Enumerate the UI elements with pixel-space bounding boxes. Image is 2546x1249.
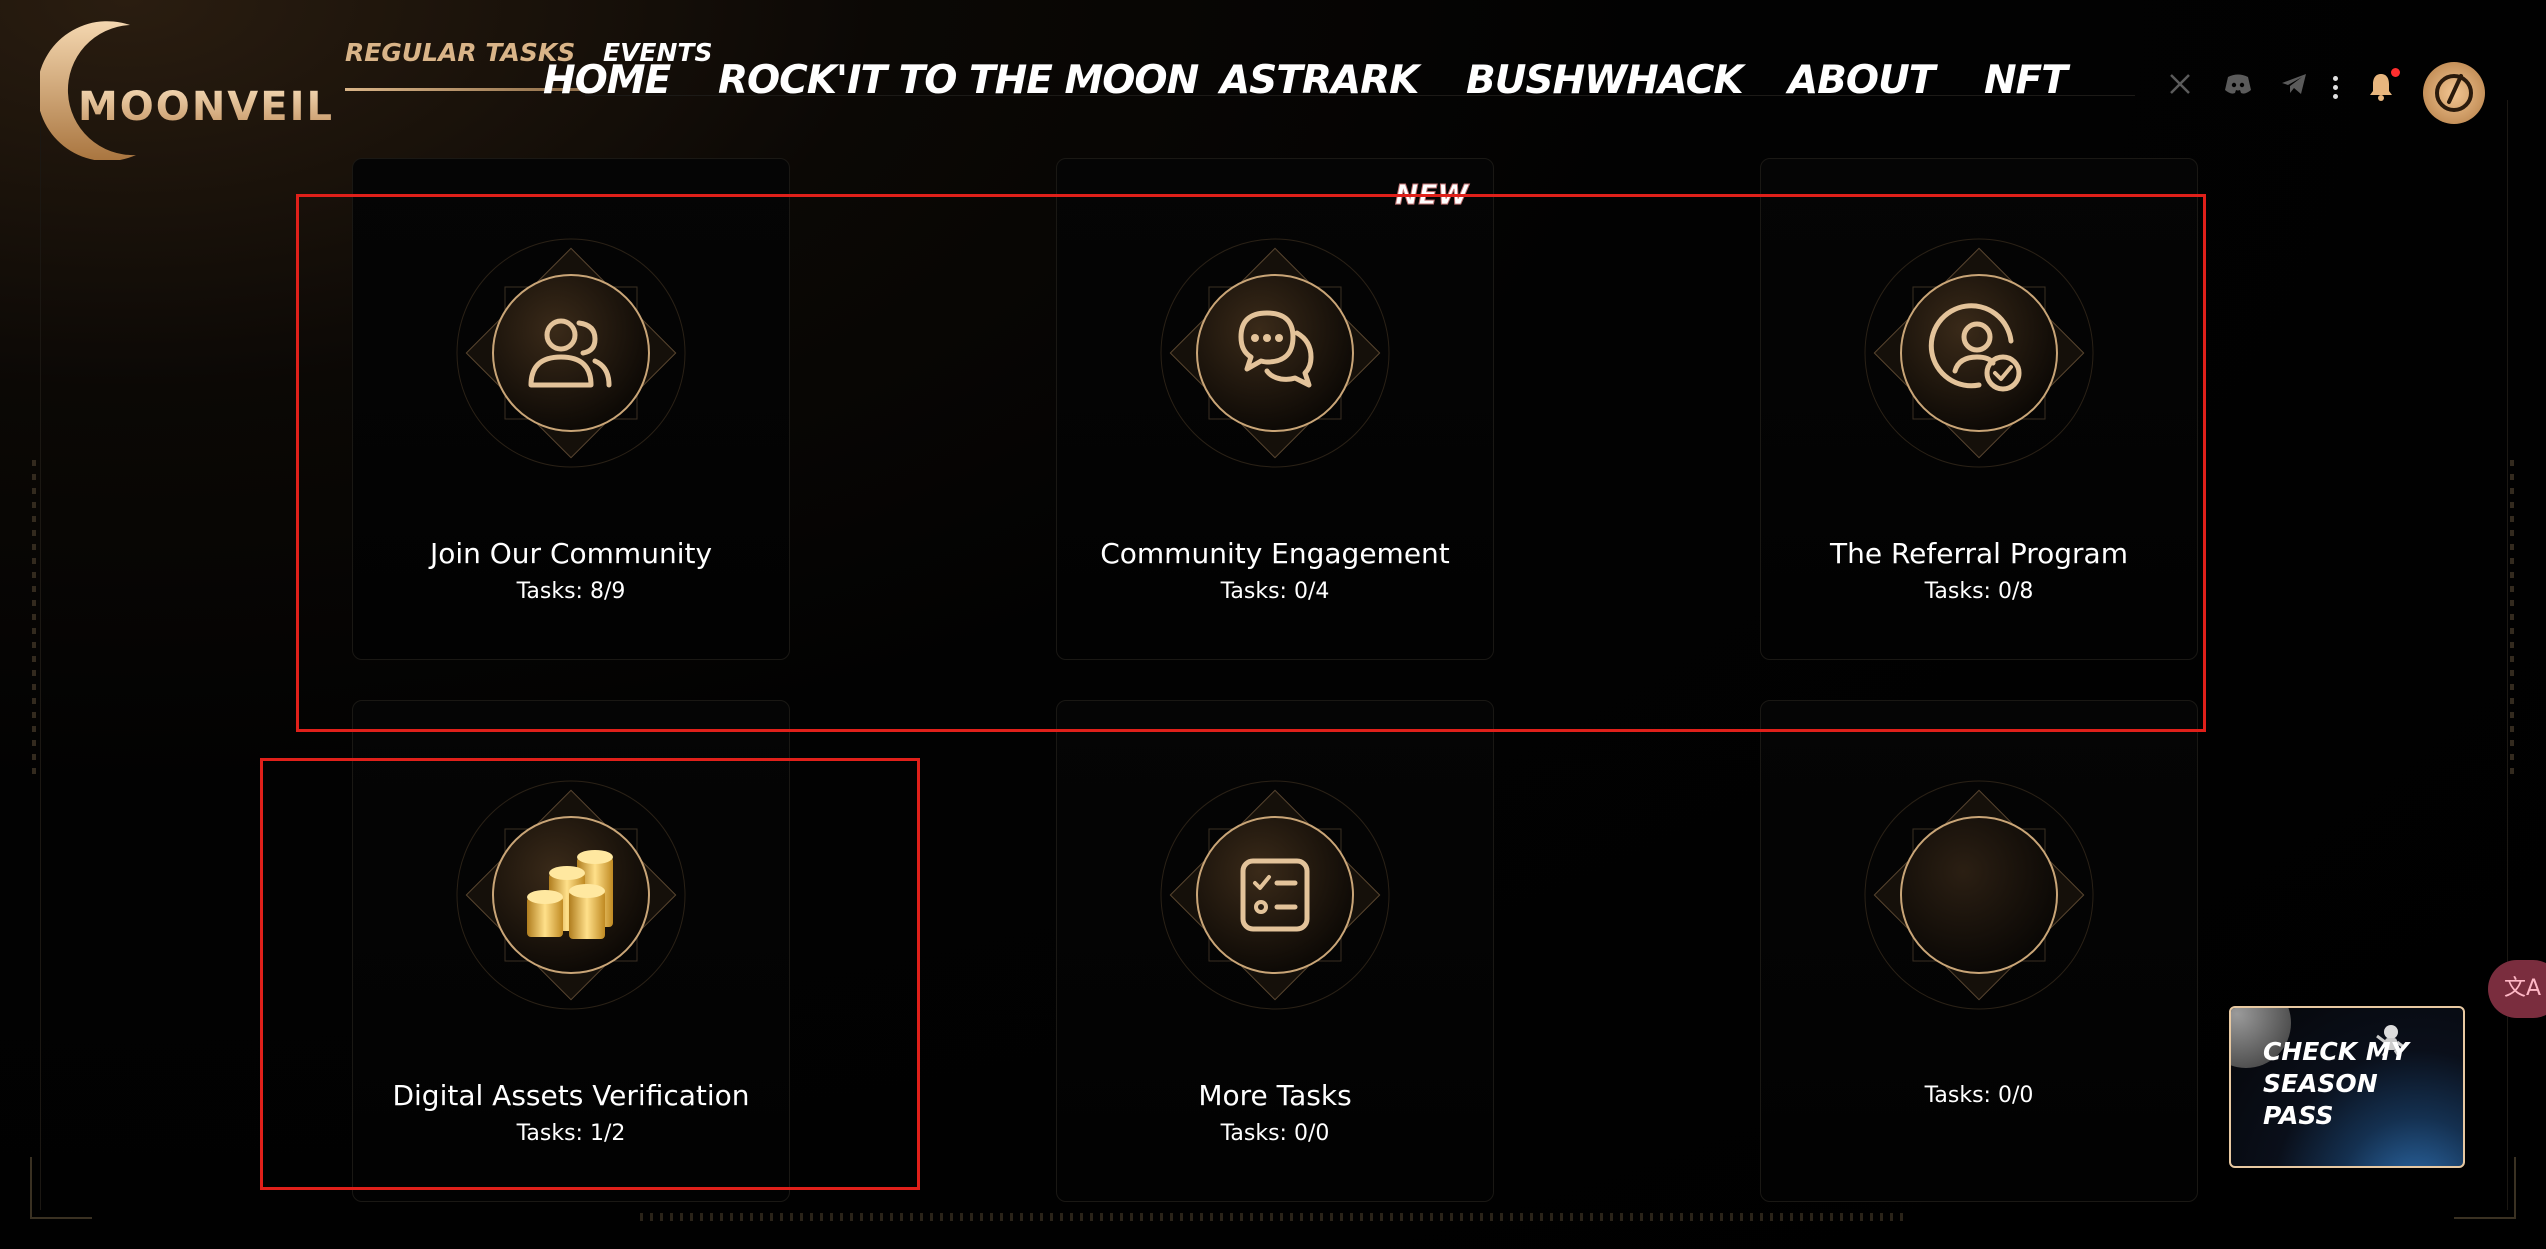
nav-about[interactable]: ABOUT [1788, 58, 1935, 103]
gold-coins-icon [456, 780, 686, 1010]
blank-emblem-icon [1864, 780, 2094, 1010]
frame-side-right [2510, 460, 2514, 780]
new-badge: NEW [1394, 178, 1469, 212]
logo-text: MOONVEIL [78, 84, 334, 130]
card-title: More Tasks [1198, 1079, 1352, 1112]
translate-icon: 文A [2504, 976, 2542, 1001]
more-options-icon[interactable] [2333, 76, 2339, 103]
community-icon [456, 238, 686, 468]
season-pass-button[interactable]: CHECK MY SEASON PASS [2229, 1006, 2465, 1168]
card-task-count: Tasks: 0/4 [1220, 579, 1330, 604]
discord-icon[interactable] [2223, 72, 2253, 96]
chat-bubbles-icon [1160, 238, 1390, 468]
tab-regular-tasks[interactable]: REGULAR TASKS [345, 38, 575, 67]
app-page: MOONVEIL REGULAR TASKS EVENTS HOME ROCK'… [0, 0, 2546, 1249]
card-title: Join Our Community [429, 537, 713, 570]
card-task-count: Tasks: 0/8 [1924, 579, 2034, 604]
frame-corner-bottom-right [2454, 1157, 2516, 1219]
user-check-icon [1864, 238, 2094, 468]
telegram-icon[interactable] [2280, 72, 2308, 96]
card-title: Community Engagement [1100, 537, 1450, 570]
task-card-more-tasks[interactable]: More Tasks Tasks: 0/0 [1056, 700, 1494, 1202]
nav-home[interactable]: HOME [543, 58, 671, 103]
task-card-community-engagement[interactable]: Community Engagement Tasks: 0/4 [1056, 158, 1494, 660]
frame-side-left [32, 460, 36, 780]
task-card-digital-assets-verification[interactable]: Digital Assets Verification Tasks: 1/2 [352, 700, 790, 1202]
task-card-unnamed[interactable]: Tasks: 0/0 [1760, 700, 2198, 1202]
card-task-count: Tasks: 8/9 [516, 579, 626, 604]
power-icon [2435, 74, 2473, 112]
translate-button[interactable]: 文A [2488, 960, 2546, 1018]
nav-rockit-to-the-moon[interactable]: ROCK'IT TO THE MOON [718, 58, 1199, 103]
nav-astrark[interactable]: ASTRARK [1220, 58, 1419, 103]
card-task-count: Tasks: 0/0 [1220, 1121, 1330, 1146]
card-task-count: Tasks: 1/2 [516, 1121, 626, 1146]
nav-nft[interactable]: NFT [1984, 58, 2068, 103]
task-card-referral-program[interactable]: The Referral Program Tasks: 0/8 [1760, 158, 2198, 660]
task-card-join-our-community[interactable]: Join Our Community Tasks: 8/9 [352, 158, 790, 660]
card-title: The Referral Program [1830, 537, 2128, 570]
checklist-icon [1160, 780, 1390, 1010]
moonveil-logo[interactable]: MOONVEIL [37, 20, 332, 162]
frame-corner-bottom-left [30, 1157, 92, 1219]
nav-bushwhack[interactable]: BUSHWHACK [1466, 58, 1744, 103]
notification-dot [2391, 68, 2400, 77]
card-title: Digital Assets Verification [392, 1079, 750, 1112]
bottom-ticks [640, 1213, 1910, 1221]
avatar[interactable] [2423, 62, 2485, 124]
season-pass-label: CHECK MY SEASON PASS [2263, 1037, 2409, 1130]
x-icon[interactable] [2168, 72, 2192, 96]
card-task-count: Tasks: 0/0 [1924, 1083, 2034, 1108]
